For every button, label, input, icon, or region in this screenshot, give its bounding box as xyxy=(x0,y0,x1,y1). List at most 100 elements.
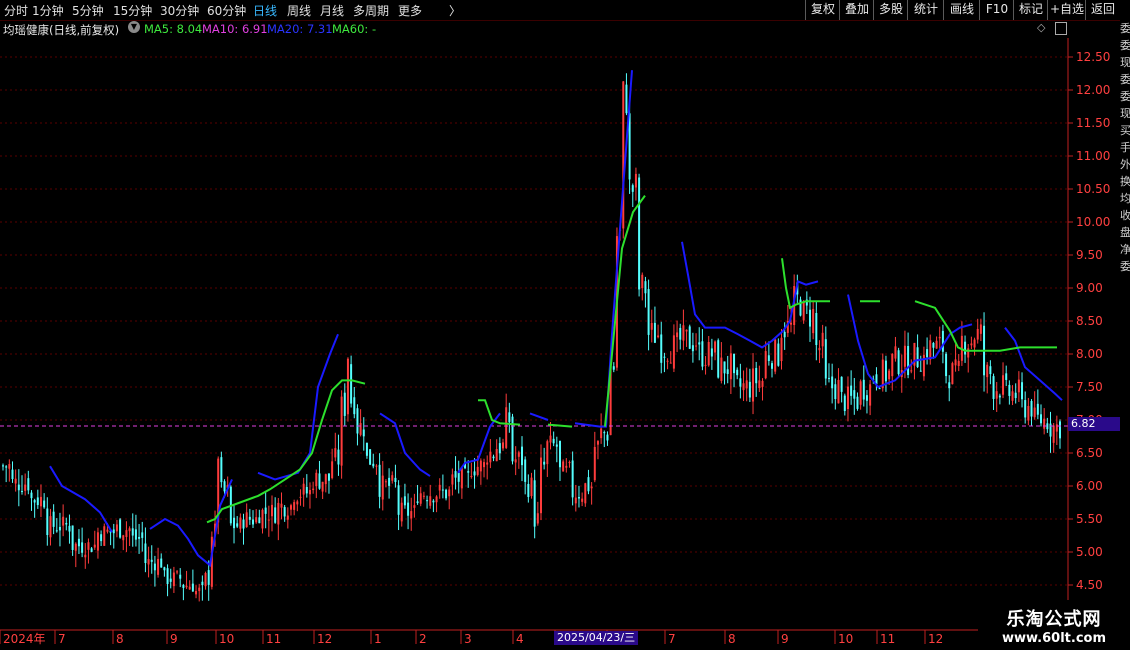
candle-body xyxy=(1043,418,1046,429)
candle-body xyxy=(698,342,701,345)
tab-period-2[interactable]: 5分钟 xyxy=(72,2,104,19)
tab-period-10[interactable]: 更多 xyxy=(398,2,422,19)
tab-period-4[interactable]: 30分钟 xyxy=(160,2,199,19)
candle-body xyxy=(293,502,296,510)
candle-body xyxy=(460,468,463,489)
candle-body xyxy=(859,381,862,405)
x-tick-label: 7 xyxy=(58,632,66,646)
candle-body xyxy=(682,325,685,341)
toolbar-button-8[interactable]: 返回 xyxy=(1085,0,1120,20)
watermark: 乐淘公式网 www.60lt.com xyxy=(978,600,1130,650)
candle-body xyxy=(723,361,726,374)
tab-period-8[interactable]: 月线 xyxy=(320,2,344,19)
tab-period-6[interactable]: 日线 xyxy=(253,2,277,19)
candle-body xyxy=(286,515,289,520)
candle-body xyxy=(426,500,429,502)
y-tick-label: 10.00 xyxy=(1076,215,1110,229)
candle-body xyxy=(973,339,976,348)
y-tick-label: 9.50 xyxy=(1076,248,1103,262)
x-tick-label: 12 xyxy=(928,632,943,646)
candle-body xyxy=(707,342,710,366)
tab-period-1[interactable]: 1分钟 xyxy=(32,2,64,19)
candle-body xyxy=(714,341,717,353)
candle-body xyxy=(704,364,707,366)
tab-period-5[interactable]: 60分钟 xyxy=(207,2,246,19)
quote-label-11: 收 xyxy=(1120,209,1130,222)
y-tick-label: 8.50 xyxy=(1076,314,1103,328)
indicator-info-bar: 均瑶健康(日线,前复权) ▼ MA5: 8.04 MA10: 6.91 MA20… xyxy=(0,20,1068,38)
candle-body xyxy=(407,502,410,516)
candle-body xyxy=(283,507,286,517)
candle-body xyxy=(1005,373,1008,380)
candle-body xyxy=(945,353,948,377)
tab-period-3[interactable]: 15分钟 xyxy=(113,2,152,19)
candle-body xyxy=(242,519,245,529)
candle-body xyxy=(188,586,191,590)
candle-body xyxy=(179,574,182,579)
candle-body xyxy=(590,486,593,489)
candle-body xyxy=(84,554,87,558)
toolbar-button-0[interactable]: 复权 xyxy=(805,0,840,20)
toolbar-button-6[interactable]: 标记 xyxy=(1013,0,1048,20)
candle-body xyxy=(998,395,1001,398)
candle-body xyxy=(552,438,555,444)
tab-period-0[interactable]: 分时 xyxy=(4,2,28,19)
candle-body xyxy=(1036,403,1039,415)
candle-body xyxy=(596,441,599,445)
candle-body xyxy=(166,568,169,584)
toolbar-button-7[interactable]: +自选 xyxy=(1047,0,1086,20)
candle-body xyxy=(1002,375,1005,395)
tab-period-9[interactable]: 多周期 xyxy=(353,2,389,19)
candle-body xyxy=(739,378,742,387)
quote-label-10: 均 xyxy=(1120,192,1130,205)
candle-body xyxy=(24,484,27,491)
candle-body xyxy=(457,472,460,482)
candle-body xyxy=(172,572,175,587)
candle-body xyxy=(308,489,311,495)
candle-body xyxy=(533,480,536,527)
candle-body xyxy=(1052,425,1055,443)
quote-label-0: 委 xyxy=(1120,22,1130,35)
quote-label-7: 手 xyxy=(1120,141,1130,154)
candle-body xyxy=(562,461,565,472)
candle-body xyxy=(36,497,39,506)
kline-chart[interactable]: 12.50 12.00 11.50 11.00 10.50 10.00 9.50 9.00 8.… xyxy=(0,38,1120,650)
chevron-down-icon[interactable]: ▼ xyxy=(128,21,140,33)
candle-body xyxy=(375,465,378,467)
candle-body xyxy=(378,464,381,497)
y-tick-label: 12.50 xyxy=(1076,50,1110,64)
toolbar-button-4[interactable]: 画线 xyxy=(943,0,980,20)
candle-body xyxy=(755,367,758,384)
candle-body xyxy=(195,590,198,595)
candle-body xyxy=(767,355,770,362)
toolbar-button-5[interactable]: F10 xyxy=(979,0,1014,20)
candle-body xyxy=(315,472,318,487)
candle-body xyxy=(312,488,315,491)
watermark-title: 乐淘公式网 xyxy=(1006,609,1102,630)
candle-body xyxy=(1024,400,1027,418)
quote-label-6: 买 xyxy=(1120,124,1130,137)
candle-body xyxy=(141,532,144,538)
candle-body xyxy=(1030,400,1033,417)
window-toggle-icon[interactable] xyxy=(1055,22,1067,35)
tab-period-7[interactable]: 周线 xyxy=(287,2,311,19)
candle-body xyxy=(653,322,656,343)
more-arrow-icon[interactable]: 〉 xyxy=(449,2,461,19)
quote-label-14: 委 xyxy=(1120,260,1130,273)
candle-body xyxy=(302,483,305,495)
candle-body xyxy=(350,364,353,404)
candle-body xyxy=(58,526,61,531)
candle-body xyxy=(122,535,125,541)
candle-body xyxy=(445,489,448,499)
candle-body xyxy=(521,446,524,466)
candle-body xyxy=(267,519,270,521)
candle-body xyxy=(508,412,511,423)
candle-body xyxy=(685,329,688,332)
candle-body xyxy=(761,380,764,387)
diamond-icon[interactable]: ◇ xyxy=(1037,21,1045,34)
toolbar-button-3[interactable]: 统计 xyxy=(907,0,944,20)
candle-body xyxy=(495,448,498,462)
candle-body xyxy=(1040,414,1043,424)
toolbar-button-2[interactable]: 多股 xyxy=(873,0,908,20)
toolbar-button-1[interactable]: 叠加 xyxy=(839,0,874,20)
